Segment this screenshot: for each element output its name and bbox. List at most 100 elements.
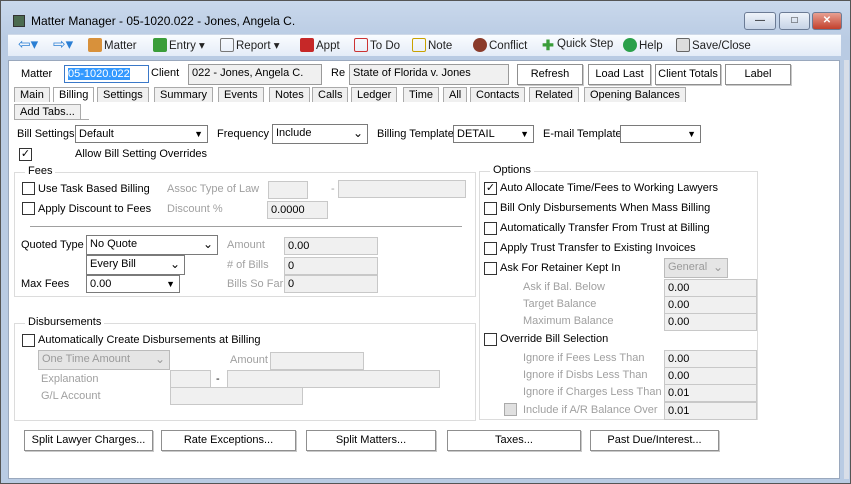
- bill-settings-select[interactable]: Default ▼: [75, 125, 208, 143]
- billing-template-select[interactable]: DETAIL ▼: [453, 125, 534, 143]
- split-matters-button[interactable]: Split Matters...: [306, 430, 436, 451]
- todo-button[interactable]: To Do: [354, 38, 400, 52]
- maximize-button[interactable]: □: [779, 12, 810, 30]
- note-icon: [412, 38, 426, 52]
- help-label: Help: [639, 40, 663, 52]
- matter-label: Matter: [104, 40, 137, 52]
- quick-step-button[interactable]: ✚ Quick Step: [541, 38, 613, 52]
- minimize-button[interactable]: —: [744, 12, 776, 30]
- matter-input[interactable]: 05-1020.022: [64, 65, 149, 83]
- assoc-type-name-input[interactable]: [338, 180, 466, 198]
- quote-frequency-select[interactable]: Every Bill ⌄: [86, 255, 185, 275]
- entry-button[interactable]: Entry ▾: [153, 38, 205, 52]
- re-input[interactable]: State of Florida v. Jones: [349, 64, 509, 85]
- ignore-fees-label: Ignore if Fees Less Than: [523, 352, 645, 364]
- dropdown-arrow-icon: ▼: [166, 279, 175, 289]
- tab-ledger[interactable]: Ledger: [351, 87, 398, 102]
- toolbar: ⇦▾ ⇨▾ Matter Entry ▾ Report ▾ Appt To Do…: [8, 34, 841, 56]
- tab-related[interactable]: Related: [529, 87, 579, 102]
- tab-calls[interactable]: Calls: [312, 87, 349, 102]
- disb-type-value: One Time Amount: [42, 353, 131, 365]
- close-button[interactable]: ✕: [812, 12, 842, 30]
- conflict-button[interactable]: Conflict: [473, 38, 527, 52]
- quick-step-icon: ✚: [542, 37, 554, 53]
- save-close-icon: [676, 38, 690, 52]
- assoc-type-code-input[interactable]: [268, 181, 308, 199]
- help-icon: [623, 38, 637, 52]
- quoted-type-select[interactable]: No Quote ⌄: [86, 235, 218, 255]
- ignore-disbs-input[interactable]: 0.00: [664, 367, 757, 385]
- explanation-label: Explanation: [41, 373, 99, 385]
- tab-time[interactable]: Time: [403, 87, 440, 102]
- disb-amount-input[interactable]: [270, 352, 364, 370]
- ignore-charges-label: Ignore if Charges Less Than: [523, 386, 662, 398]
- client-input[interactable]: 022 - Jones, Angela C.: [188, 64, 322, 85]
- back-button[interactable]: ⇦▾: [18, 35, 38, 53]
- target-balance-input[interactable]: 0.00: [664, 296, 757, 314]
- ignore-charges-input[interactable]: 0.01: [664, 384, 757, 402]
- tab-all[interactable]: All: [443, 87, 468, 102]
- explanation-input[interactable]: [227, 370, 440, 388]
- taxes-button[interactable]: Taxes...: [447, 430, 581, 451]
- disb-type-select[interactable]: One Time Amount ⌄: [38, 350, 170, 370]
- window: Matter Manager - 05-1020.022 - Jones, An…: [0, 0, 851, 484]
- maximum-balance-input[interactable]: 0.00: [664, 313, 757, 331]
- auto-allocate-checkbox[interactable]: ✓: [484, 182, 497, 195]
- retainer-account-select[interactable]: General ⌄: [664, 258, 728, 278]
- include-ar-input[interactable]: 0.01: [664, 402, 757, 420]
- tab-billing[interactable]: Billing: [53, 87, 95, 102]
- apply-discount-checkbox[interactable]: [22, 202, 35, 215]
- tab-settings[interactable]: Settings: [97, 87, 149, 102]
- target-balance-label: Target Balance: [523, 298, 597, 310]
- appointment-icon: [300, 38, 314, 52]
- auto-transfer-label: Automatically Transfer From Trust at Bil…: [500, 222, 710, 234]
- save-close-button[interactable]: Save/Close: [676, 38, 751, 52]
- gl-account-input[interactable]: [170, 387, 303, 405]
- load-last-button[interactable]: Load Last: [588, 64, 651, 85]
- explanation-code-input[interactable]: [170, 370, 211, 388]
- matter-button[interactable]: Matter: [88, 38, 137, 52]
- amount-input[interactable]: 0.00: [284, 237, 378, 255]
- allow-overrides-checkbox[interactable]: ✓: [19, 148, 32, 161]
- bills-so-far-input[interactable]: 0: [284, 275, 378, 293]
- help-button[interactable]: Help: [623, 38, 663, 52]
- bill-only-disb-checkbox[interactable]: [484, 202, 497, 215]
- appt-button[interactable]: Appt: [300, 38, 340, 52]
- quote-frequency-value: Every Bill: [90, 258, 136, 270]
- frequency-select[interactable]: Include ⌄: [272, 124, 368, 144]
- label-button[interactable]: Label: [725, 64, 791, 85]
- entry-icon: [153, 38, 167, 52]
- auto-create-disb-checkbox[interactable]: [22, 334, 35, 347]
- tab-main[interactable]: Main: [14, 87, 50, 102]
- rate-exceptions-button[interactable]: Rate Exceptions...: [161, 430, 296, 451]
- add-tabs-button[interactable]: Add Tabs...: [14, 104, 81, 119]
- max-fees-select[interactable]: 0.00 ▼: [86, 275, 180, 293]
- report-button[interactable]: Report ▾: [220, 38, 280, 52]
- email-template-select[interactable]: ▼: [620, 125, 701, 143]
- ask-below-input[interactable]: 0.00: [664, 279, 757, 297]
- tab-contacts[interactable]: Contacts: [470, 87, 526, 102]
- refresh-button[interactable]: Refresh: [517, 64, 583, 85]
- ask-retainer-checkbox[interactable]: [484, 262, 497, 275]
- split-lawyer-charges-button[interactable]: Split Lawyer Charges...: [24, 430, 153, 451]
- apply-trust-label: Apply Trust Transfer to Existing Invoice…: [500, 242, 696, 254]
- apply-trust-checkbox[interactable]: [484, 242, 497, 255]
- explanation-dash: -: [216, 373, 220, 385]
- tab-notes[interactable]: Notes: [269, 87, 310, 102]
- auto-create-disb-label: Automatically Create Disbursements at Bi…: [38, 334, 261, 346]
- client-totals-button[interactable]: Client Totals: [655, 64, 721, 85]
- auto-transfer-checkbox[interactable]: [484, 222, 497, 235]
- discount-input[interactable]: 0.0000: [267, 201, 328, 219]
- tab-events[interactable]: Events: [218, 87, 264, 102]
- forward-button[interactable]: ⇨▾: [53, 35, 73, 53]
- chevron-down-icon: ⌄: [154, 352, 165, 366]
- past-due-interest-button[interactable]: Past Due/Interest...: [590, 430, 719, 451]
- tab-opening-balances[interactable]: Opening Balances: [584, 87, 686, 102]
- task-based-checkbox[interactable]: [22, 182, 35, 195]
- include-ar-checkbox[interactable]: [504, 403, 517, 416]
- note-button[interactable]: Note: [412, 38, 452, 52]
- bills-input[interactable]: 0: [284, 257, 378, 275]
- ignore-fees-input[interactable]: 0.00: [664, 350, 757, 368]
- override-selection-checkbox[interactable]: [484, 333, 497, 346]
- tab-summary[interactable]: Summary: [154, 87, 214, 102]
